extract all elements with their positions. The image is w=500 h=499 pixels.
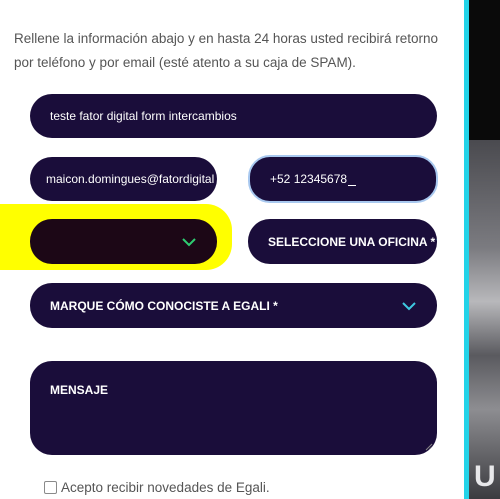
phone-field-value: +52 12345678: [270, 172, 348, 186]
newsletter-label: Acepto recibir novedades de Egali.: [61, 480, 270, 495]
referral-select-label: MARQUE CÓMO CONOCISTE A EGALI *: [50, 298, 278, 313]
message-placeholder: MENSAJE: [50, 383, 109, 397]
chevron-down-icon: [436, 238, 437, 240]
resize-handle-icon[interactable]: [425, 443, 433, 451]
side-letter: U: [474, 460, 496, 493]
phone-field[interactable]: +52 12345678: [248, 155, 438, 203]
chevron-down-icon: [402, 301, 416, 310]
office-select[interactable]: SELECCIONE UNA OFICINA *: [248, 219, 437, 264]
name-field-value: teste fator digital form intercambios: [50, 109, 237, 123]
message-textarea[interactable]: MENSAJE: [30, 361, 437, 455]
office-select-label: SELECCIONE UNA OFICINA *: [268, 234, 436, 249]
email-field[interactable]: maicon.domingues@fatordigital: [30, 157, 217, 201]
referral-select[interactable]: MARQUE CÓMO CONOCISTE A EGALI *: [30, 283, 437, 328]
intro-text: Rellene la información abajo y en hasta …: [14, 31, 438, 70]
first-select[interactable]: [30, 219, 217, 264]
newsletter-checkbox[interactable]: [44, 481, 57, 494]
dark-panel: [469, 0, 500, 140]
newsletter-row[interactable]: Acepto recibir novedades de Egali.: [44, 480, 270, 495]
side-background-panel: U: [464, 0, 500, 499]
name-field[interactable]: teste fator digital form intercambios: [30, 94, 437, 138]
text-cursor: [348, 173, 357, 186]
chevron-down-icon: [182, 237, 196, 246]
background-photo: [469, 140, 500, 499]
email-field-value: maicon.domingues@fatordigital: [46, 172, 215, 186]
